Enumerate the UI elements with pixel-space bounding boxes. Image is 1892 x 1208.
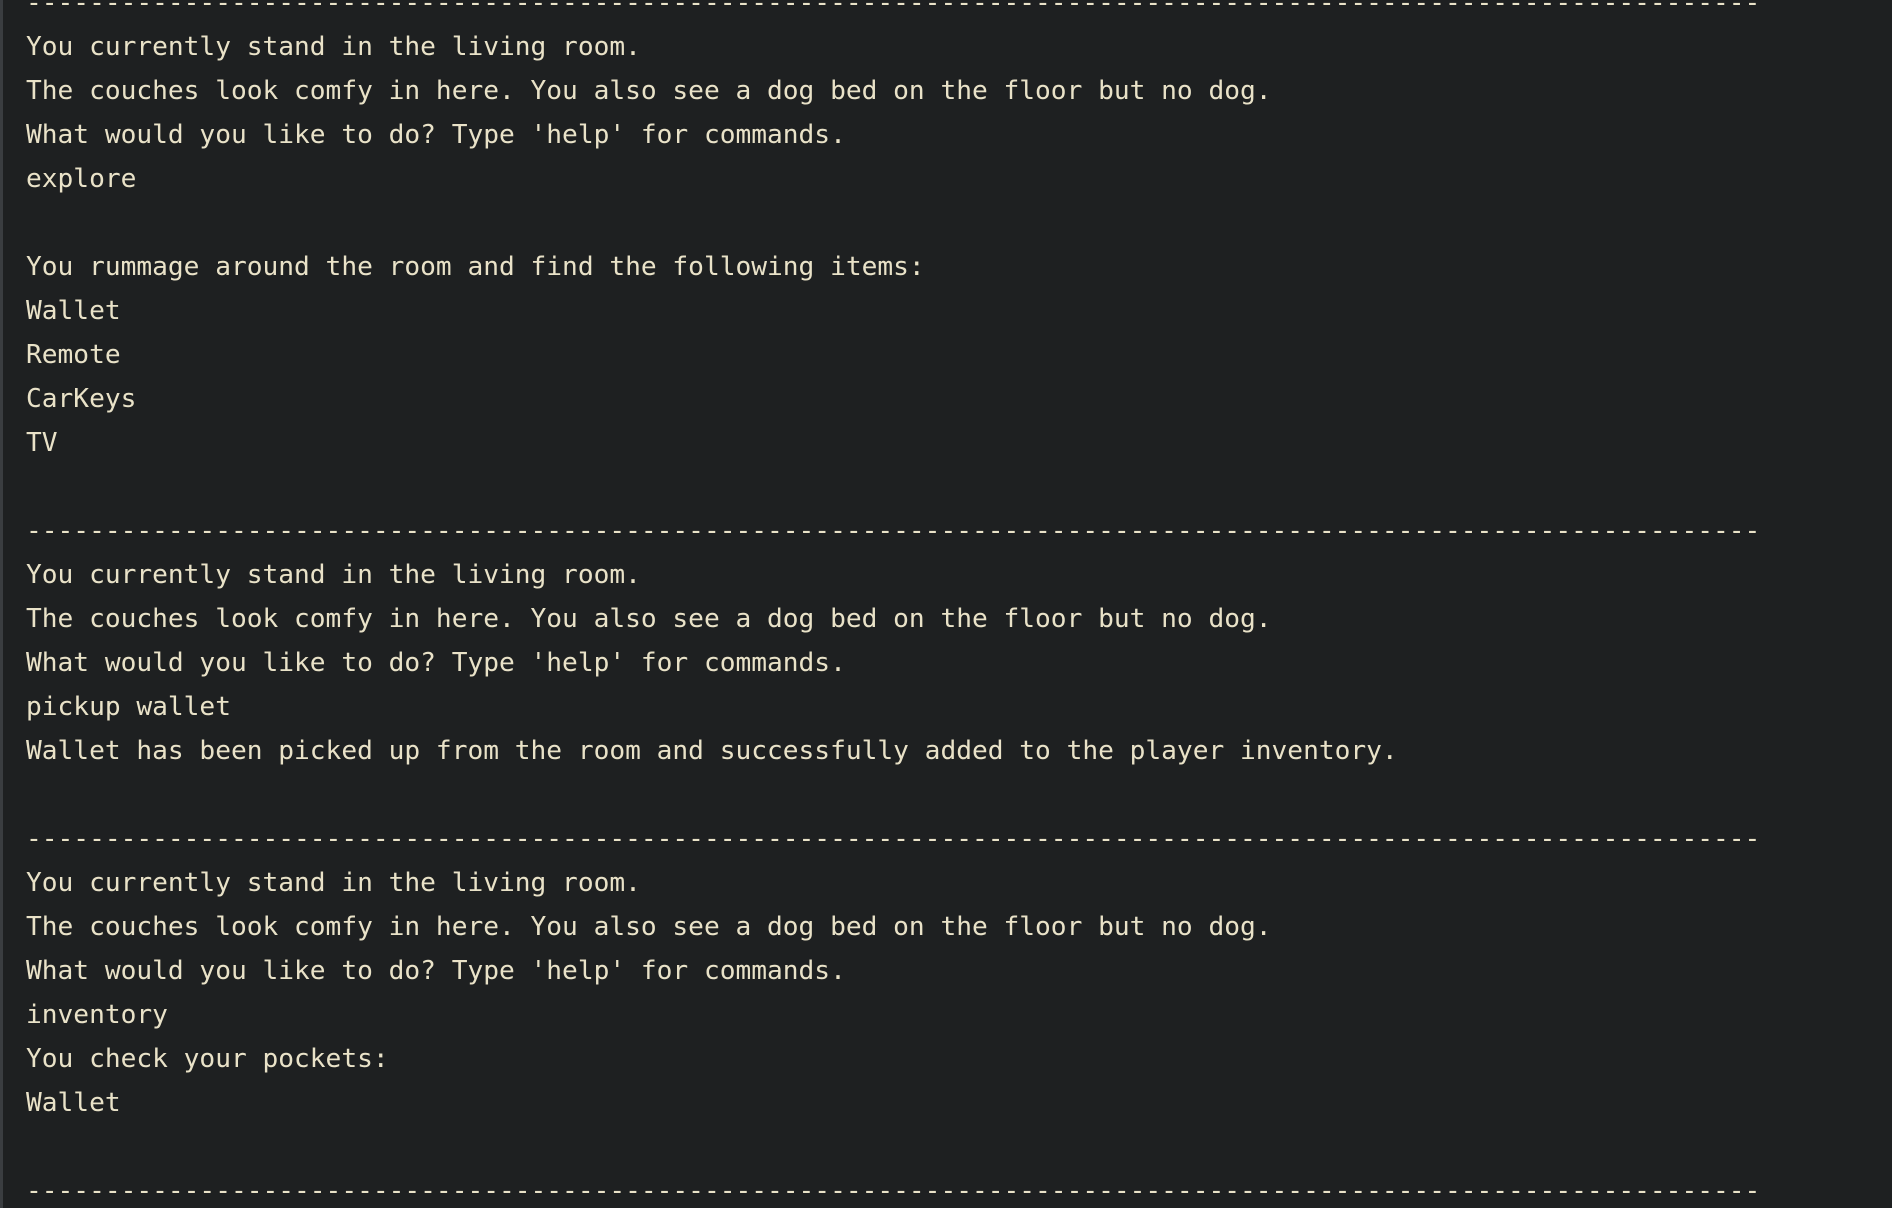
user-input-line: pickup wallet (26, 692, 231, 722)
explore-result-line: You rummage around the room and find the… (26, 252, 925, 282)
room-description-line: The couches look comfy in here. You also… (26, 912, 1272, 942)
user-input-line: inventory (26, 1000, 168, 1030)
room-description-line: The couches look comfy in here. You also… (26, 604, 1272, 634)
divider-line: ----------------------------------------… (26, 824, 1761, 854)
item-line: TV (26, 428, 58, 458)
command-prompt-line: What would you like to do? Type 'help' f… (26, 120, 846, 150)
location-line: You currently stand in the living room. (26, 868, 641, 898)
console-output: ----------------------------------------… (26, 0, 1886, 1208)
item-line: Remote (26, 340, 121, 370)
divider-line: ----------------------------------------… (26, 1176, 1761, 1206)
command-prompt-line: What would you like to do? Type 'help' f… (26, 956, 846, 986)
console-panel[interactable]: ----------------------------------------… (0, 0, 1892, 1208)
divider-line: ----------------------------------------… (26, 516, 1761, 546)
divider-line: ----------------------------------------… (26, 0, 1761, 18)
inventory-result-line: You check your pockets: (26, 1044, 389, 1074)
item-line: Wallet (26, 296, 121, 326)
item-line: Wallet (26, 1088, 121, 1118)
location-line: You currently stand in the living room. (26, 560, 641, 590)
location-line: You currently stand in the living room. (26, 32, 641, 62)
user-input-line: explore (26, 164, 137, 194)
item-line: CarKeys (26, 384, 137, 414)
room-description-line: The couches look comfy in here. You also… (26, 76, 1272, 106)
command-prompt-line: What would you like to do? Type 'help' f… (26, 648, 846, 678)
pickup-result-line: Wallet has been picked up from the room … (26, 736, 1398, 766)
